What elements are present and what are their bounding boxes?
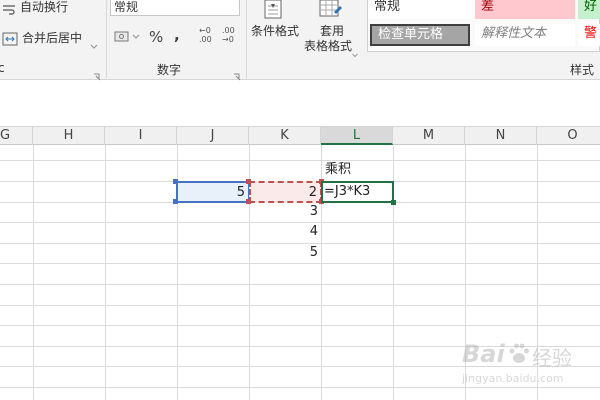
cell-j3[interactable]: 5 [176, 181, 250, 203]
grid-row-line [0, 325, 600, 326]
ribbon: 自动换行 合并后居中 c 常规 % , ←0 .00 .00 →0 数字 条件格… [0, 0, 600, 81]
style-check-cell[interactable]: 检查单元格 [370, 24, 470, 46]
merge-center-button[interactable]: 合并后居中 [2, 29, 102, 49]
baidu-jingyan-watermark: Bai 经验 jingyan.baidu.com [462, 340, 582, 390]
column-header-o[interactable]: O [537, 127, 600, 145]
increase-decimal-button[interactable]: ←0 .00 [199, 26, 217, 44]
format-as-table-label-2: 表格格式 [304, 39, 353, 53]
cell-k5[interactable]: 4 [249, 222, 321, 243]
cell-k3[interactable]: 2 [249, 181, 322, 203]
comma-button[interactable]: , [174, 26, 180, 44]
alignment-group-label: c [0, 61, 5, 75]
percent-button[interactable]: % [149, 28, 163, 46]
style-explanatory-text[interactable]: 解释性文本 [475, 24, 575, 46]
accounting-format-button[interactable] [113, 28, 141, 46]
column-header-n[interactable]: N [465, 127, 537, 145]
number-format-select[interactable]: 常规 [110, 0, 240, 16]
grid-row-line [0, 160, 600, 161]
fill-handle[interactable] [391, 200, 396, 205]
style-bad[interactable]: 差 [475, 0, 575, 19]
number-format-value: 常规 [114, 0, 139, 14]
grid-row-line [0, 305, 600, 306]
conditional-formatting-icon [262, 0, 286, 20]
conditional-formatting-label: 条件格式 [251, 24, 300, 38]
grid-column-line [105, 145, 106, 400]
group-separator [246, 0, 247, 78]
column-header-m[interactable]: M [393, 127, 465, 145]
column-header-k[interactable]: K [249, 127, 321, 145]
reference-handle[interactable] [246, 179, 251, 184]
cell-l3-active[interactable]: =J3*K3 [321, 181, 394, 203]
reference-handle[interactable] [173, 179, 178, 184]
grid-column-line [33, 145, 34, 400]
watermark-brand: Bai [462, 340, 505, 368]
dialog-launcher-icon[interactable] [93, 66, 101, 81]
format-as-table-button[interactable]: 套用 表格格式 [302, 0, 358, 58]
dialog-launcher-icon[interactable] [233, 66, 241, 81]
wrap-text-label: 自动换行 [20, 0, 69, 14]
column-header-h[interactable]: H [33, 127, 105, 145]
cell-styles-gallery: 常规 差 好 检查单元格 解释性文本 警 [367, 0, 600, 52]
wrap-text-icon [2, 1, 16, 15]
styles-group-label: 样式 [570, 63, 595, 77]
merge-center-label: 合并后居中 [22, 31, 83, 45]
reference-handle[interactable] [173, 199, 178, 204]
decrease-decimal-button[interactable]: .00 →0 [222, 26, 240, 44]
formula-bar-area[interactable] [0, 81, 600, 127]
watermark-brand-cn: 经验 [532, 346, 572, 370]
conditional-formatting-button[interactable]: 条件格式 [249, 0, 301, 40]
style-good[interactable]: 好 [578, 0, 600, 19]
cell-k6[interactable]: 5 [249, 243, 321, 264]
style-warning-text[interactable]: 警 [578, 24, 600, 46]
format-as-table-icon [318, 0, 342, 20]
watermark-url: jingyan.baidu.com [462, 372, 564, 385]
style-normal[interactable]: 常规 [368, 0, 472, 19]
cell-l2[interactable]: 乘积 [323, 160, 393, 181]
number-group-label: 数字 [157, 63, 182, 77]
chevron-down-icon [90, 35, 98, 49]
group-separator [106, 0, 107, 78]
column-header-l[interactable]: L [321, 127, 393, 145]
column-header-j[interactable]: J [177, 127, 249, 145]
column-header-row: G H I J K L M N O [0, 127, 600, 145]
grid-row-line [0, 284, 600, 285]
column-header-g[interactable]: G [0, 127, 33, 145]
cell-k4[interactable]: 3 [249, 202, 321, 223]
paw-icon [508, 342, 530, 366]
chevron-down-icon [352, 43, 358, 58]
merge-center-icon [2, 31, 18, 46]
column-header-i[interactable]: I [105, 127, 177, 145]
